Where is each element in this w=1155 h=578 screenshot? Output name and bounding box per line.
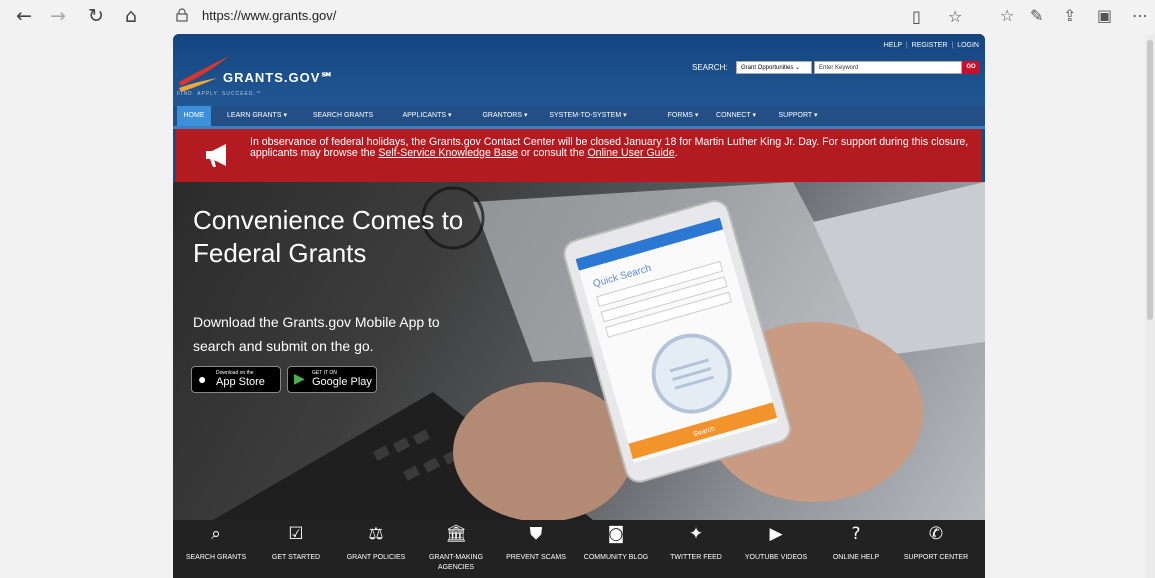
help-icon: ? <box>851 524 861 544</box>
site-header: GRANTS.GOV℠ FIND. APPLY. SUCCEED.℠ HELP … <box>173 34 985 106</box>
share-icon[interactable]: ⇪ <box>1063 6 1076 25</box>
grants-gov-page: GRANTS.GOV℠ FIND. APPLY. SUCCEED.℠ HELP … <box>173 34 985 578</box>
more-icon[interactable]: ⋯ <box>1132 6 1148 25</box>
menu-connect[interactable]: CONNECT ▾ <box>705 106 767 126</box>
building-icon: 🏛 <box>445 524 467 544</box>
collections-icon[interactable]: ▣ <box>1097 6 1112 25</box>
tile-support-center[interactable]: ✆ SUPPORT CENTER <box>896 520 976 578</box>
menu-support[interactable]: SUPPORT ▾ <box>769 106 827 126</box>
checkbox-icon: ☑ <box>288 524 304 544</box>
main-menu: HOME LEARN GRANTS ▾ SEARCH GRANTS APPLIC… <box>173 106 985 129</box>
lock-icon <box>176 8 188 22</box>
binoculars-icon: ⌕ <box>211 524 221 544</box>
menu-system-to-system[interactable]: SYSTEM-TO-SYSTEM ▾ <box>535 106 641 126</box>
megaphone-icon <box>206 144 226 167</box>
google-play-button[interactable]: ▶ GET IT ON Google Play <box>287 366 377 393</box>
menu-forms[interactable]: FORMS ▾ <box>665 106 701 126</box>
hero-banner[interactable]: Quick Search Search Convenience Comes to… <box>173 182 985 520</box>
menu-applicants[interactable]: APPLICANTS ▾ <box>391 106 463 126</box>
holiday-alert-banner: In observance of federal holidays, the G… <box>176 129 982 182</box>
address-bar[interactable]: https://www.grants.gov/ ▯ ☆ <box>172 3 984 29</box>
youtube-icon: ▶ <box>769 524 783 544</box>
register-link[interactable]: REGISTER <box>912 42 948 49</box>
pen-icon[interactable]: ✎ <box>1030 6 1043 25</box>
scroll-thumb[interactable] <box>1147 40 1153 320</box>
twitter-icon: ✦ <box>688 524 704 544</box>
search-label: SEARCH: <box>692 63 728 72</box>
login-link[interactable]: LOGIN <box>957 42 979 49</box>
favorite-star-icon[interactable]: ☆ <box>948 7 962 26</box>
tile-youtube-videos[interactable]: ▶ YOUTUBE VIDEOS <box>736 520 816 578</box>
refresh-icon[interactable]: ↻ <box>84 4 108 28</box>
alert-text: In observance of federal holidays, the G… <box>250 136 969 159</box>
browser-toolbar: ← → ↻ ⌂ https://www.grants.gov/ ▯ ☆ ☆ ✎ … <box>0 0 1155 34</box>
rss-icon: ◙ <box>607 524 625 544</box>
hero-subtitle: Download the Grants.gov Mobile App to se… <box>193 314 440 354</box>
app-store-button[interactable]: ● Download on the App Store <box>191 366 281 393</box>
google-play-icon: ▶ <box>294 370 305 386</box>
tile-prevent-scams[interactable]: ⛊ PREVENT SCAMS <box>496 520 576 578</box>
apple-icon: ● <box>198 371 207 387</box>
url-text: https://www.grants.gov/ <box>202 8 337 23</box>
menu-learn-grants[interactable]: LEARN GRANTS ▾ <box>217 106 297 126</box>
reading-view-icon[interactable]: ▯ <box>912 7 921 26</box>
quick-links-bar: ⌕ SEARCH GRANTS ☑ GET STARTED ⚖ GRANT PO… <box>173 520 985 578</box>
search-input[interactable]: Enter Keyword <box>814 61 962 74</box>
search-type-select[interactable]: Grant Opportunities ⌄ <box>736 61 812 74</box>
tile-get-started[interactable]: ☑ GET STARTED <box>256 520 336 578</box>
tile-search-grants[interactable]: ⌕ SEARCH GRANTS <box>176 520 256 578</box>
tile-grant-making-agencies[interactable]: 🏛 GRANT-MAKING AGENCIES <box>416 520 496 578</box>
logo-text[interactable]: GRANTS.GOV℠ <box>223 70 335 86</box>
tile-community-blog[interactable]: ◙ COMMUNITY BLOG <box>576 520 656 578</box>
tagline: FIND. APPLY. SUCCEED.℠ <box>177 91 262 97</box>
user-guide-link[interactable]: Online User Guide <box>587 147 674 159</box>
tile-twitter-feed[interactable]: ✦ TWITTER FEED <box>656 520 736 578</box>
go-button[interactable]: GO <box>962 61 980 74</box>
hero-title: Convenience Comes to Federal Grants <box>193 205 464 268</box>
shield-icon: ⛊ <box>529 524 543 544</box>
tile-online-help[interactable]: ? ONLINE HELP <box>816 520 896 578</box>
menu-grantors[interactable]: GRANTORS ▾ <box>475 106 535 126</box>
scales-icon: ⚖ <box>368 524 384 544</box>
chevron-down-icon: ⌄ <box>795 65 801 71</box>
page-scrollbar[interactable] <box>1145 34 1155 578</box>
tile-grant-policies[interactable]: ⚖ GRANT POLICIES <box>336 520 416 578</box>
help-link[interactable]: HELP <box>884 42 902 49</box>
search-select-value: Grant Opportunities <box>741 65 794 71</box>
utility-links: HELP | REGISTER | LOGIN <box>883 42 979 49</box>
back-icon[interactable]: ← <box>12 4 36 28</box>
home-icon[interactable]: ⌂ <box>119 4 143 28</box>
menu-home[interactable]: HOME <box>177 106 211 126</box>
knowledge-base-link[interactable]: Self-Service Knowledge Base <box>378 147 518 159</box>
favorites-hub-icon[interactable]: ☆ <box>1000 6 1014 25</box>
menu-search-grants[interactable]: SEARCH GRANTS <box>311 106 375 126</box>
forward-icon[interactable]: → <box>46 4 70 28</box>
phone-icon: ✆ <box>928 524 944 544</box>
